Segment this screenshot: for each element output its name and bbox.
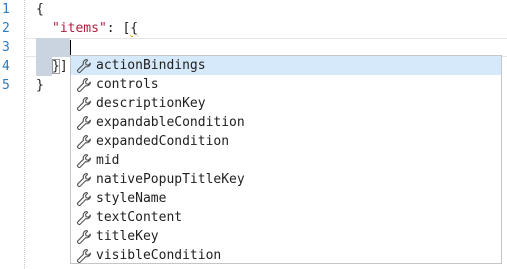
wrench-icon [76,58,92,74]
suggestion-item[interactable]: textContent [71,208,501,227]
wrench-icon [76,77,92,93]
suggestion-label: textContent [96,210,183,225]
wrench-icon [76,115,92,131]
suggestion-item[interactable]: mid [71,151,501,170]
suggestion-item[interactable]: styleName [71,189,501,208]
wrench-icon [76,172,92,188]
open-brace-warning: { [130,21,139,36]
suggestion-item[interactable]: controls [71,75,501,94]
suggestion-item[interactable]: nativePopupTitleKey [71,170,501,189]
code-editor[interactable]: 1 2 3 4 5 { "items": [{ }] } actionBindi… [0,0,507,269]
code-line-4[interactable]: }] [52,57,68,76]
code-line-1[interactable]: { [36,0,44,19]
suggestion-label: mid [96,153,120,168]
suggestion-item[interactable]: titleKey [71,227,501,246]
indent-whitespace-highlight [36,38,70,57]
suggestion-item[interactable]: expandableCondition [71,113,501,132]
items-key: "items" [52,21,107,36]
suggestion-item[interactable]: visibleCondition [71,246,501,264]
wrench-icon [76,248,92,264]
open-brace: { [36,2,44,17]
code-line-2[interactable]: "items": [{ [52,19,138,38]
suggestion-label: styleName [96,191,167,206]
wrench-icon [76,229,92,245]
colon: : [106,21,123,36]
suggestion-item[interactable]: descriptionKey [71,94,501,113]
text-cursor [70,40,71,55]
close-brace: } [36,78,44,93]
matching-close-brace: } [52,59,60,74]
line-number: 5 [2,78,10,93]
suggestion-label: actionBindings [96,58,206,73]
wrench-icon [76,96,92,112]
suggestion-label: controls [96,77,159,92]
autocomplete-popup[interactable]: actionBindings controls descriptionKey expa… [70,55,502,264]
line-number: 4 [2,59,10,74]
indent-whitespace-highlight [36,57,52,76]
wrench-icon [76,153,92,169]
suggestion-label: descriptionKey [96,96,206,111]
line-number-gutter: 1 2 3 4 5 [0,0,25,269]
line-number: 2 [2,21,10,36]
wrench-icon [76,191,92,207]
suggestion-label: expandedCondition [96,134,230,149]
line-number: 3 [2,40,10,55]
suggestion-label: nativePopupTitleKey [96,172,245,187]
line-number: 1 [2,2,10,17]
suggestion-item[interactable]: actionBindings [71,56,501,75]
close-bracket: ] [59,59,68,74]
code-line-5[interactable]: } [36,76,44,95]
wrench-icon [76,210,92,226]
suggestion-label: titleKey [96,229,159,244]
suggestion-item[interactable]: expandedCondition [71,132,501,151]
suggestion-label: expandableCondition [96,115,245,130]
suggestion-label: visibleCondition [96,248,222,263]
wrench-icon [76,134,92,150]
